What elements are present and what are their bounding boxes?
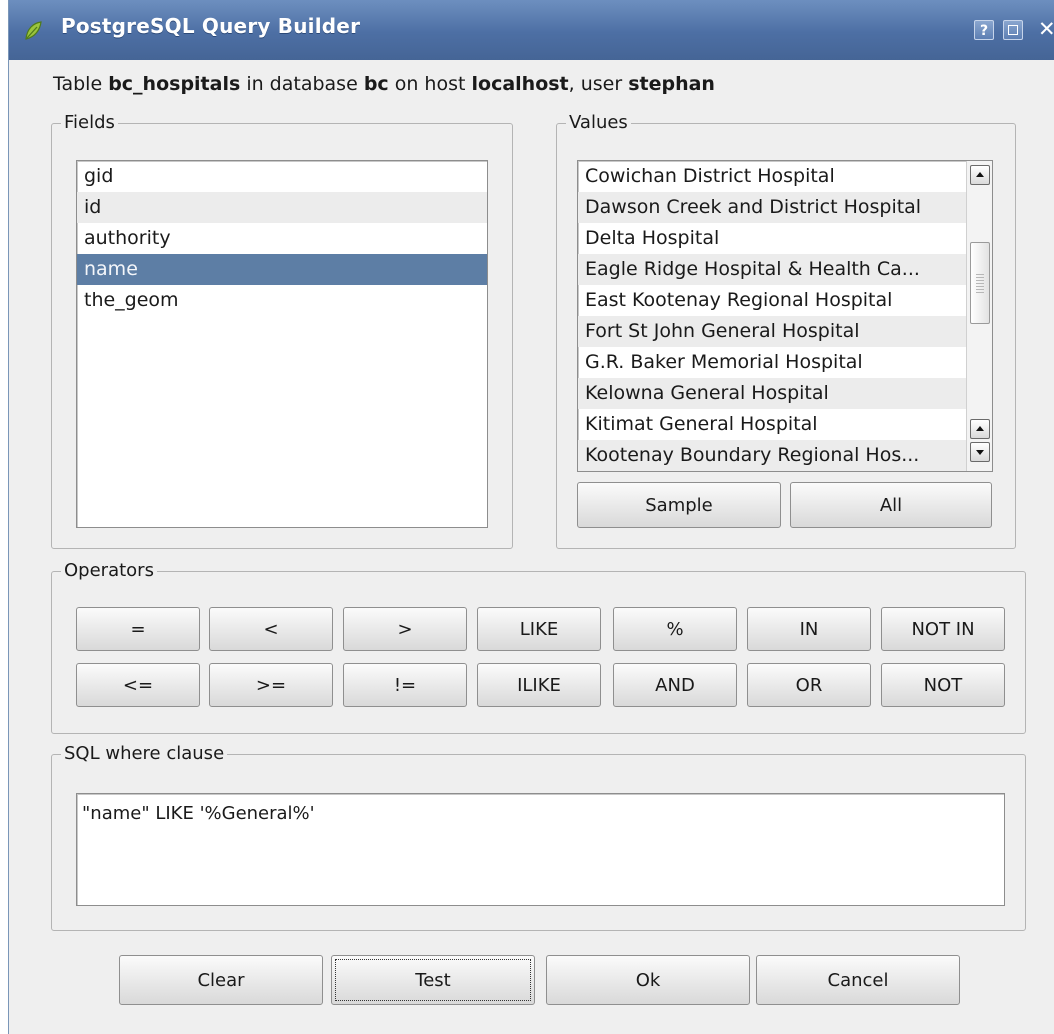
- value-item[interactable]: G.R. Baker Memorial Hospital: [578, 347, 992, 378]
- op-percent-button[interactable]: %: [613, 607, 737, 651]
- op-less-equal-button[interactable]: <=: [76, 663, 200, 707]
- value-item[interactable]: Fort St John General Hospital: [578, 316, 992, 347]
- value-item[interactable]: Delta Hospital: [578, 223, 992, 254]
- op-in-button[interactable]: IN: [747, 607, 871, 651]
- query-builder-window: PostgreSQL Query Builder ? ✕ Table bc_ho…: [8, 0, 1054, 1034]
- op-less-than-button[interactable]: <: [209, 607, 333, 651]
- value-item[interactable]: Kootenay Boundary Regional Hos...: [578, 440, 992, 471]
- op-not-button[interactable]: NOT: [881, 663, 1005, 707]
- headline-on-host: on host: [388, 73, 472, 95]
- title-bar[interactable]: PostgreSQL Query Builder ? ✕: [9, 0, 1054, 60]
- fields-group: Fields gid id authority name the_geom: [51, 111, 513, 549]
- fields-group-title: Fields: [61, 111, 118, 135]
- maximize-icon: [1008, 25, 1018, 35]
- scroll-up-arrow-icon[interactable]: [970, 419, 990, 439]
- window-title: PostgreSQL Query Builder: [61, 14, 361, 38]
- op-like-button[interactable]: LIKE: [477, 607, 601, 651]
- op-or-button[interactable]: OR: [747, 663, 871, 707]
- field-item-name[interactable]: name: [77, 254, 487, 285]
- value-item[interactable]: Dawson Creek and District Hospital: [578, 192, 992, 223]
- values-group-title: Values: [566, 111, 631, 135]
- sql-where-input[interactable]: "name" LIKE '%General%': [76, 793, 1005, 906]
- value-item[interactable]: Eagle Ridge Hospital & Health Ca...: [578, 254, 992, 285]
- database-name: bc: [363, 73, 389, 95]
- op-equals-button[interactable]: =: [76, 607, 200, 651]
- maximize-button[interactable]: [1003, 20, 1023, 40]
- value-item[interactable]: Kitimat General Hospital: [578, 409, 992, 440]
- scrollbar-thumb[interactable]: [970, 242, 990, 324]
- help-button[interactable]: ?: [974, 20, 994, 40]
- headline-prefix: Table: [53, 73, 109, 95]
- values-scrollbar[interactable]: [966, 161, 992, 471]
- close-icon: ✕: [1038, 17, 1054, 41]
- field-item-gid[interactable]: gid: [77, 161, 487, 192]
- operators-group-title: Operators: [61, 559, 157, 583]
- all-button[interactable]: All: [790, 482, 992, 528]
- field-item-the-geom[interactable]: the_geom: [77, 285, 487, 316]
- test-button[interactable]: Test: [331, 955, 535, 1005]
- sample-button[interactable]: Sample: [577, 482, 781, 528]
- scroll-up-arrow-icon[interactable]: [970, 165, 990, 185]
- grip-icon: [976, 274, 984, 294]
- op-greater-equal-button[interactable]: >=: [209, 663, 333, 707]
- fields-list[interactable]: gid id authority name the_geom: [76, 160, 488, 528]
- op-not-equal-button[interactable]: !=: [343, 663, 467, 707]
- headline-user-label: , user: [568, 73, 629, 95]
- ok-button[interactable]: Ok: [546, 955, 750, 1005]
- close-button[interactable]: ✕: [1038, 16, 1054, 42]
- value-item[interactable]: Kelowna General Hospital: [578, 378, 992, 409]
- table-info-label: Table bc_hospitals in database bc on hos…: [53, 73, 715, 95]
- cancel-button[interactable]: Cancel: [756, 955, 960, 1005]
- field-item-authority[interactable]: authority: [77, 223, 487, 254]
- values-list[interactable]: Cowichan District Hospital Dawson Creek …: [577, 160, 993, 472]
- qgis-leaf-icon: [25, 21, 42, 40]
- headline-in-database: in database: [240, 73, 364, 95]
- user-name: stephan: [628, 73, 715, 95]
- sql-where-group: SQL where clause "name" LIKE '%General%': [51, 742, 1026, 931]
- scroll-down-arrow-icon[interactable]: [970, 442, 990, 462]
- clear-button[interactable]: Clear: [119, 955, 323, 1005]
- sql-where-group-title: SQL where clause: [61, 742, 228, 766]
- table-name: bc_hospitals: [108, 73, 241, 95]
- op-and-button[interactable]: AND: [613, 663, 737, 707]
- field-item-id[interactable]: id: [77, 192, 487, 223]
- op-greater-than-button[interactable]: >: [343, 607, 467, 651]
- value-item[interactable]: Cowichan District Hospital: [578, 161, 992, 192]
- op-not-in-button[interactable]: NOT IN: [881, 607, 1005, 651]
- operators-group: Operators = < > LIKE % IN NOT IN <= >= !…: [51, 559, 1026, 734]
- values-group: Values Cowichan District Hospital Dawson…: [556, 111, 1016, 549]
- value-item[interactable]: East Kootenay Regional Hospital: [578, 285, 992, 316]
- op-ilike-button[interactable]: ILIKE: [477, 663, 601, 707]
- host-name: localhost: [471, 73, 569, 95]
